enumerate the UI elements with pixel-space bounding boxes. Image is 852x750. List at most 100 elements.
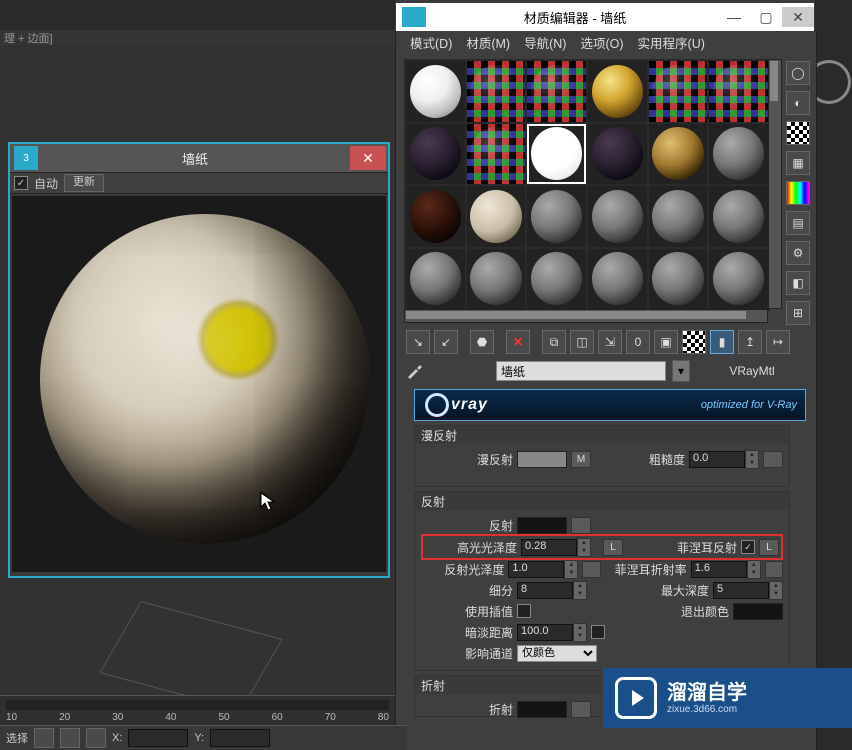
- go-next-sibling-icon[interactable]: ↦: [766, 330, 790, 354]
- sample-slot[interactable]: [406, 61, 465, 122]
- roughness-spinner[interactable]: 0.0▲▼: [689, 450, 759, 469]
- go-forward-sibling-icon[interactable]: ↥: [738, 330, 762, 354]
- pick-material-icon[interactable]: [404, 361, 424, 381]
- sample-slot[interactable]: [649, 186, 708, 247]
- reflect-gloss-map-button[interactable]: [582, 561, 600, 578]
- sample-slot[interactable]: [588, 124, 647, 185]
- diffuse-color-swatch[interactable]: [517, 451, 567, 468]
- put-to-library-icon[interactable]: ⇲: [598, 330, 622, 354]
- minimize-button[interactable]: —: [718, 7, 750, 27]
- sample-slot[interactable]: [709, 249, 768, 310]
- sample-uv-icon[interactable]: ▦: [786, 151, 810, 175]
- update-button[interactable]: 更新: [64, 174, 104, 192]
- sample-slot[interactable]: [467, 249, 526, 310]
- menu-mode[interactable]: 模式(D): [404, 33, 458, 52]
- menu-utilities[interactable]: 实用程序(U): [632, 33, 711, 52]
- reflect-color-swatch[interactable]: [517, 517, 567, 534]
- timeline-track[interactable]: [6, 700, 389, 710]
- material-editor-titlebar[interactable]: 材质编辑器 - 墙纸 — ▢ ✕: [396, 3, 814, 31]
- sample-scroll-horizontal[interactable]: [404, 309, 768, 323]
- maxdepth-spinner[interactable]: 5▲▼: [713, 581, 783, 600]
- show-in-viewport-icon[interactable]: ▣: [654, 330, 678, 354]
- fresnel-lock-button[interactable]: L: [759, 539, 779, 556]
- get-material-icon[interactable]: ↘: [406, 330, 430, 354]
- sample-slot[interactable]: [527, 249, 586, 310]
- sample-slot[interactable]: [467, 61, 526, 122]
- preview-titlebar[interactable]: 3 墙纸 ✕: [10, 144, 388, 172]
- sample-slot[interactable]: [406, 124, 465, 185]
- sample-slot[interactable]: [709, 61, 768, 122]
- menu-material[interactable]: 材质(M): [460, 33, 516, 52]
- sample-slot[interactable]: [649, 249, 708, 310]
- sample-slot[interactable]: [709, 124, 768, 185]
- coord-x-field[interactable]: [128, 729, 188, 747]
- material-name-dropdown[interactable]: ▾: [672, 360, 690, 382]
- make-copy-icon[interactable]: ⧉: [542, 330, 566, 354]
- material-name-field[interactable]: 墙纸: [496, 361, 666, 381]
- backlight-icon[interactable]: ◐: [786, 91, 810, 115]
- video-color-icon[interactable]: [786, 181, 810, 205]
- angle-snap-icon[interactable]: [86, 728, 106, 748]
- reflect-map-button[interactable]: [571, 517, 591, 534]
- coord-y-field[interactable]: [210, 729, 270, 747]
- fresnel-ior-map-button[interactable]: [765, 561, 783, 578]
- rollout-diffuse-header[interactable]: 漫反射: [415, 426, 789, 444]
- maximize-button[interactable]: ▢: [750, 7, 782, 27]
- lock-selection-icon[interactable]: [34, 728, 54, 748]
- sample-slot[interactable]: [649, 124, 708, 185]
- assign-material-icon[interactable]: ⬣: [470, 330, 494, 354]
- go-to-parent-icon[interactable]: ▮: [710, 330, 734, 354]
- dim-distance-checkbox[interactable]: [591, 625, 605, 639]
- options-icon[interactable]: ⚙: [786, 241, 810, 265]
- hilight-gloss-lock-button[interactable]: L: [603, 539, 623, 556]
- material-id-icon[interactable]: 0: [626, 330, 650, 354]
- sample-slot-selected[interactable]: [527, 124, 586, 185]
- interp-label: 使用插值: [421, 603, 513, 620]
- fresnel-checkbox[interactable]: ✓: [741, 540, 755, 554]
- roughness-map-button[interactable]: [763, 451, 783, 468]
- make-unique-icon[interactable]: ◫: [570, 330, 594, 354]
- put-to-scene-icon[interactable]: ↙: [434, 330, 458, 354]
- exitcolor-swatch[interactable]: [733, 603, 783, 620]
- watermark: 溜溜自学 zixue.3d66.com: [603, 668, 852, 728]
- make-preview-icon[interactable]: ▤: [786, 211, 810, 235]
- timeline[interactable]: 1020304050607080: [0, 695, 395, 726]
- affect-channels-combo[interactable]: 仅颜色: [517, 645, 597, 662]
- sample-slot[interactable]: [588, 186, 647, 247]
- rollout-reflect-header[interactable]: 反射: [415, 492, 789, 510]
- dim-distance-spinner[interactable]: 100.0▲▼: [517, 623, 587, 642]
- hilight-glossiness-spinner[interactable]: 0.28▲▼: [521, 538, 591, 557]
- interp-checkbox[interactable]: [517, 604, 531, 618]
- sample-slot[interactable]: [467, 124, 526, 185]
- sample-slot[interactable]: [649, 61, 708, 122]
- reflect-glossiness-spinner[interactable]: 1.0▲▼: [508, 560, 578, 579]
- subdiv-spinner[interactable]: 8▲▼: [517, 581, 587, 600]
- sample-type-icon[interactable]: ◯: [786, 61, 810, 85]
- fresnel-ior-spinner[interactable]: 1.6▲▼: [691, 560, 761, 579]
- snap-icon[interactable]: [60, 728, 80, 748]
- refract-map-button[interactable]: [571, 701, 591, 718]
- refract-color-swatch[interactable]: [517, 701, 567, 718]
- sample-slot[interactable]: [406, 249, 465, 310]
- refract-label: 折射: [421, 701, 513, 718]
- sample-slot[interactable]: [527, 61, 586, 122]
- sample-slot[interactable]: [588, 61, 647, 122]
- show-end-result-icon[interactable]: [682, 330, 706, 354]
- material-map-navigator-icon[interactable]: ⊞: [786, 301, 810, 325]
- sample-slot[interactable]: [588, 249, 647, 310]
- menu-navigate[interactable]: 导航(N): [518, 33, 572, 52]
- sample-slot[interactable]: [527, 186, 586, 247]
- reset-map-icon[interactable]: ✕: [506, 330, 530, 354]
- background-icon[interactable]: [786, 121, 810, 145]
- sample-slot[interactable]: [709, 186, 768, 247]
- auto-checkbox[interactable]: ✓: [14, 176, 28, 190]
- menu-options[interactable]: 选项(O): [574, 33, 629, 52]
- close-button[interactable]: ✕: [782, 7, 814, 27]
- select-by-material-icon[interactable]: ◧: [786, 271, 810, 295]
- sample-scroll-vertical[interactable]: [768, 59, 782, 309]
- preview-close-button[interactable]: ✕: [350, 146, 386, 170]
- sample-slot[interactable]: [467, 186, 526, 247]
- diffuse-map-button[interactable]: M: [571, 451, 591, 468]
- sample-slot[interactable]: [406, 186, 465, 247]
- material-type-button[interactable]: VRayMtl: [696, 364, 808, 378]
